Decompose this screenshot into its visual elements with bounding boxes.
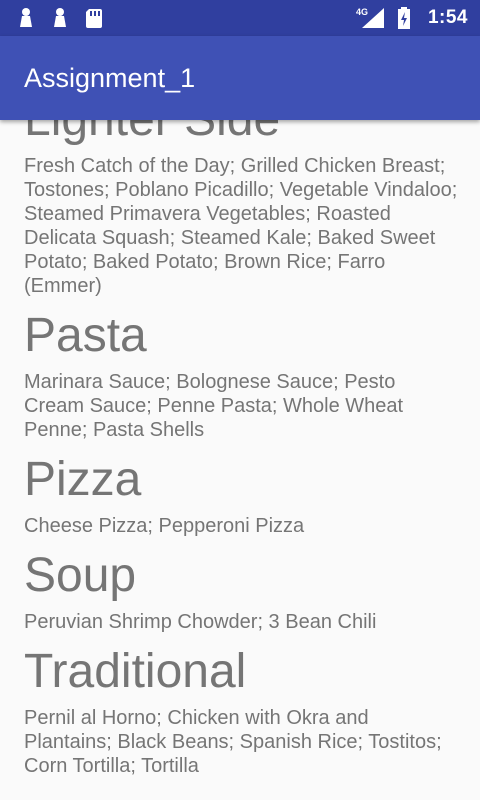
- section-title: Lighter Side: [24, 120, 460, 148]
- app-title: Assignment_1: [24, 62, 196, 93]
- section-items: Marinara Sauce; Bolognese Sauce; Pesto C…: [24, 371, 404, 441]
- menu-section-pasta: Pasta Marinara Sauce; Bolognese Sauce; P…: [24, 308, 460, 442]
- status-time: 1:54: [427, 7, 468, 28]
- battery-icon: [396, 6, 412, 30]
- signal-icon: 4G: [356, 6, 386, 30]
- section-title: Soup: [24, 549, 137, 602]
- notification-icons: [16, 7, 104, 29]
- menu-scroll-view[interactable]: Lighter Side Fresh Catch of the Day; Gri…: [0, 120, 480, 800]
- status-bar: 4G 1:54: [0, 0, 480, 36]
- section-items: Cheese Pizza; Pepperoni Pizza: [24, 515, 305, 537]
- section-title: Pasta: [24, 309, 147, 362]
- system-icons: 4G 1:54: [356, 6, 468, 30]
- app-bar: Assignment_1: [0, 36, 480, 120]
- sd-card-icon: [84, 7, 104, 29]
- menu-section-pizza: Pizza Cheese Pizza; Pepperoni Pizza: [24, 452, 460, 538]
- section-title: Traditional: [24, 645, 247, 698]
- notification-pawn-icon: [16, 7, 36, 29]
- section-items: Fresh Catch of the Day; Grilled Chicken …: [24, 155, 458, 297]
- network-type-label: 4G: [356, 7, 368, 17]
- menu-list: Lighter Side Fresh Catch of the Day; Gri…: [24, 120, 460, 788]
- menu-section-soup: Soup Peruvian Shrimp Chowder; 3 Bean Chi…: [24, 548, 460, 634]
- section-items: Peruvian Shrimp Chowder; 3 Bean Chili: [24, 611, 377, 633]
- section-title: Pizza: [24, 453, 142, 506]
- menu-section-traditional: Traditional Pernil al Horno; Chicken wit…: [24, 644, 460, 778]
- section-items: Pernil al Horno; Chicken with Okra and P…: [24, 707, 442, 777]
- notification-pawn-icon: [50, 7, 70, 29]
- menu-section-lighter-side: Lighter Side Fresh Catch of the Day; Gri…: [24, 120, 460, 298]
